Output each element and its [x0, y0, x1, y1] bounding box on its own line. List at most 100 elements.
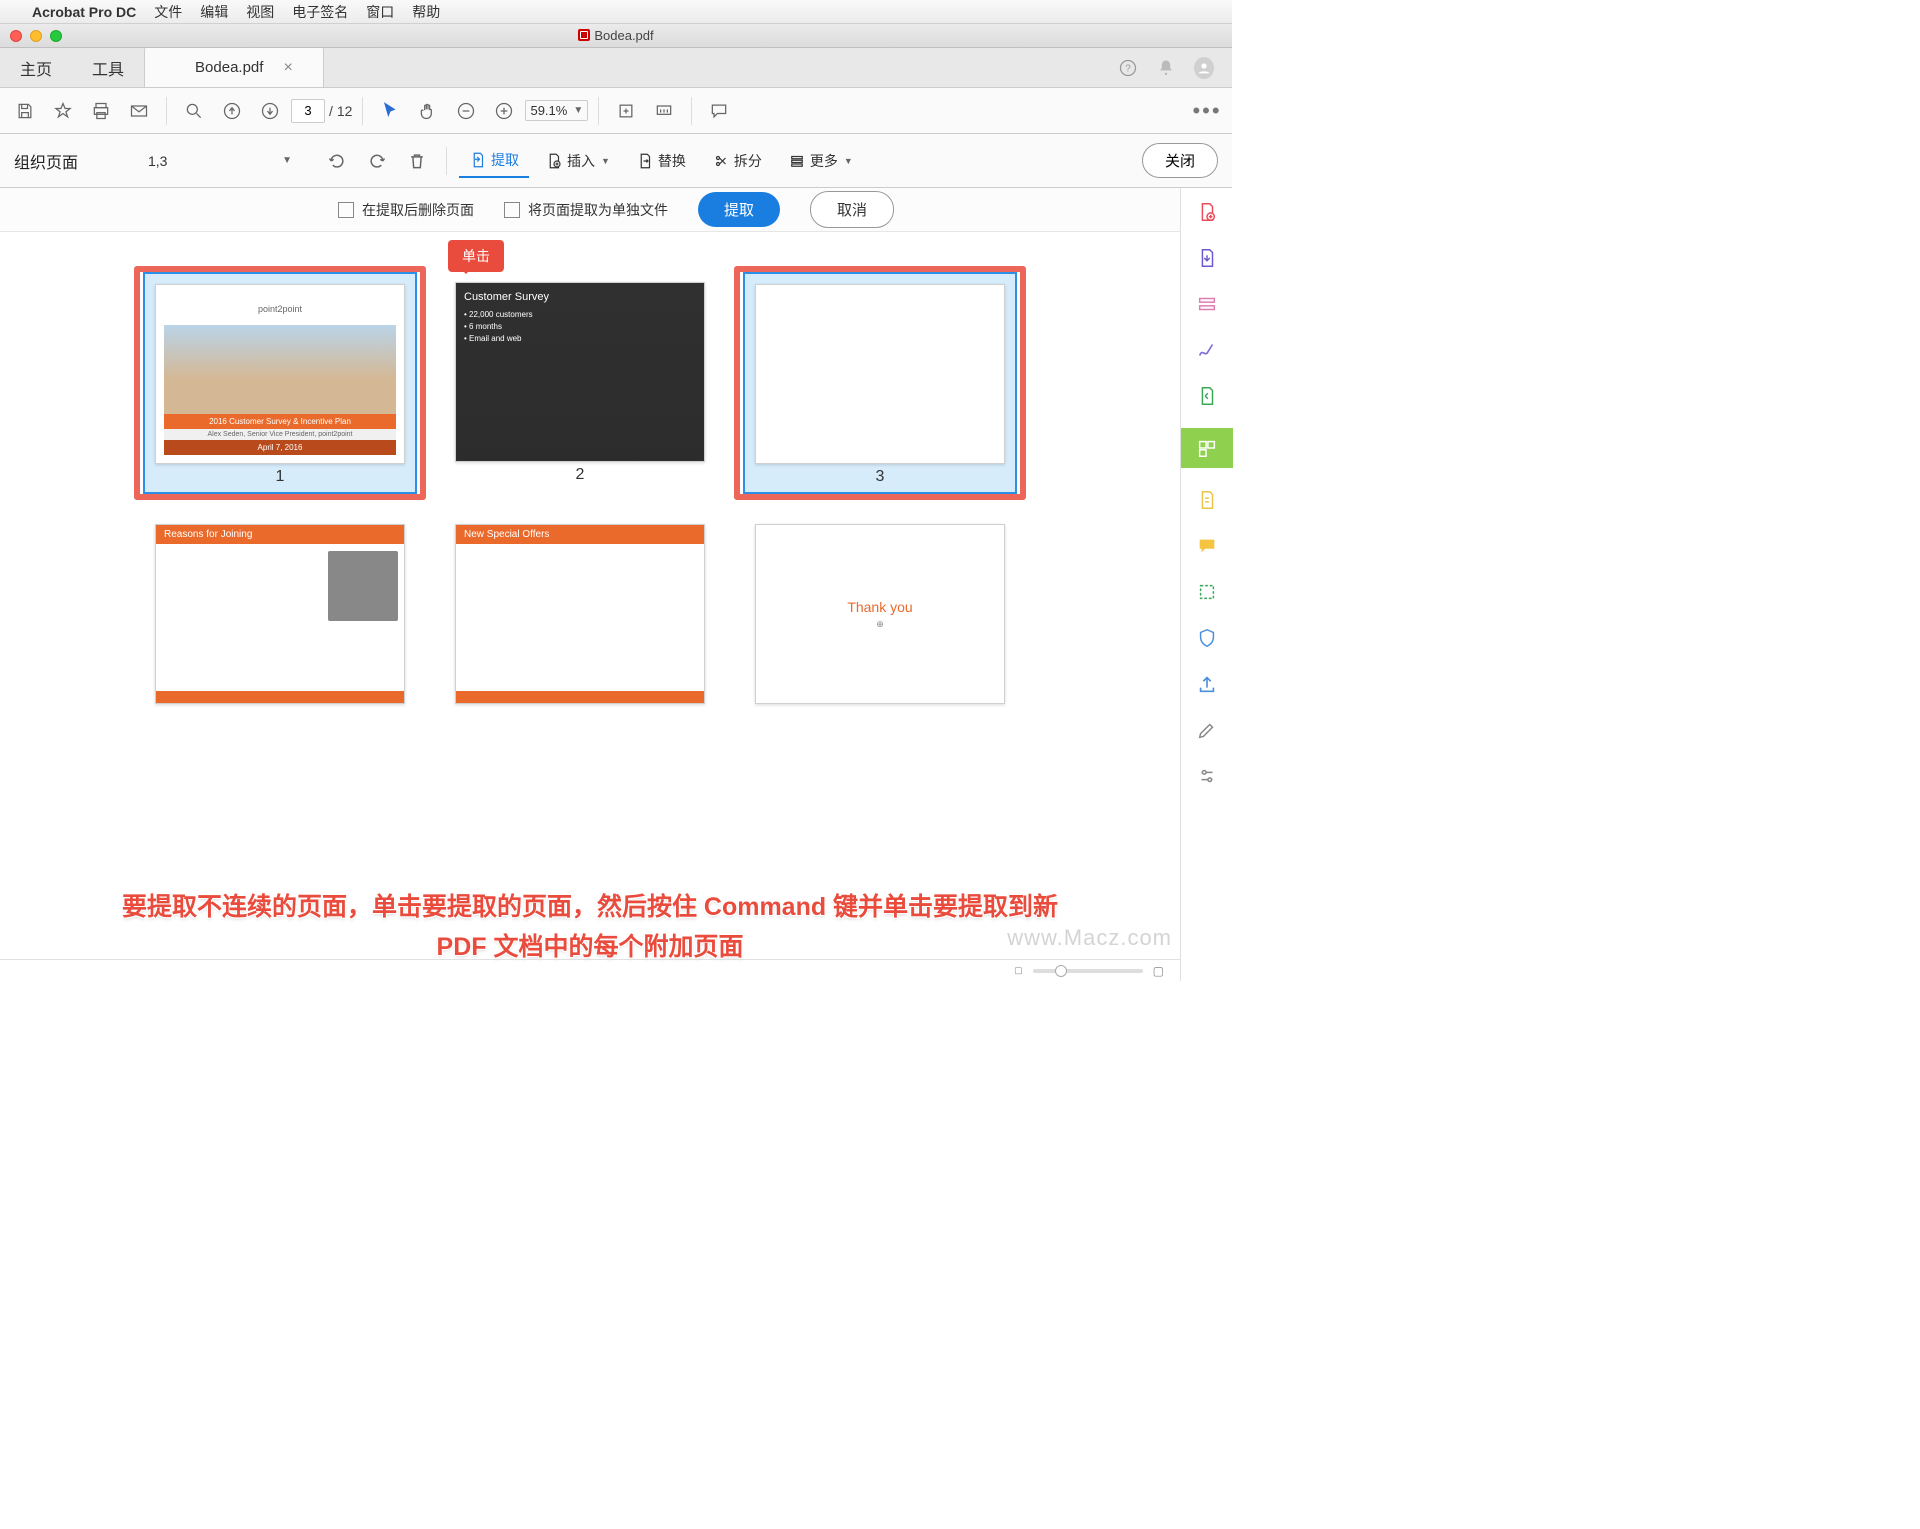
page-thumb-3[interactable]: Survey Demographics Highlights 55% Gener…	[740, 272, 1020, 494]
help-icon[interactable]: ?	[1118, 58, 1138, 78]
extract-action[interactable]: 提取	[459, 144, 529, 178]
insert-action[interactable]: 插入 ▼	[535, 145, 620, 177]
tab-active-document[interactable]: Bodea.pdf ×	[144, 48, 324, 87]
prev-page-icon[interactable]	[215, 94, 249, 128]
zoom-select[interactable]: 59.1% ▼	[525, 100, 588, 121]
zoom-out-icon[interactable]	[449, 94, 483, 128]
replace-action[interactable]: 替换	[626, 145, 696, 177]
zoom-slider[interactable]	[1033, 969, 1143, 973]
chevron-down-icon: ▼	[282, 155, 292, 166]
slide-title: Thank you	[847, 599, 912, 615]
document-tabs: 主页 工具 Bodea.pdf × ?	[0, 48, 1232, 88]
combine-icon[interactable]	[1193, 382, 1221, 410]
split-action[interactable]: 拆分	[702, 145, 772, 177]
menu-sign[interactable]: 电子签名	[292, 2, 348, 22]
page-thumb-1[interactable]: point2point 2016 Customer Survey & Incen…	[140, 272, 420, 494]
scan-icon[interactable]	[1193, 578, 1221, 606]
avatar-icon[interactable]	[1194, 58, 1214, 78]
page-number: 3	[755, 468, 1005, 486]
close-button[interactable]: 关闭	[1142, 143, 1218, 178]
organize-icon[interactable]	[1181, 428, 1233, 468]
chevron-down-icon: ▼	[573, 105, 583, 116]
organize-title: 组织页面	[14, 149, 134, 173]
bell-icon[interactable]	[1156, 58, 1176, 78]
read-mode-icon[interactable]	[647, 94, 681, 128]
settings-icon[interactable]	[1193, 762, 1221, 790]
slide-bullet: Rent any car for 10 or more full days, a…	[464, 573, 696, 596]
slide-bullet: 6 months	[464, 321, 696, 333]
slide-date: April 7, 2016	[164, 440, 396, 455]
search-icon[interactable]	[177, 94, 211, 128]
page-grid: point2point 2016 Customer Survey & Incen…	[0, 232, 1180, 730]
print-icon[interactable]	[84, 94, 118, 128]
menu-view[interactable]: 视图	[246, 2, 274, 22]
menu-help[interactable]: 帮助	[412, 2, 440, 22]
slide-bullet: Get a free tank of gas for 500 point2poi…	[464, 561, 696, 572]
save-icon[interactable]	[8, 94, 42, 128]
menu-edit[interactable]: 编辑	[200, 2, 228, 22]
protect-icon[interactable]	[1193, 624, 1221, 652]
delete-icon[interactable]	[400, 144, 434, 178]
slide-bullet: 22,000 customers	[464, 309, 696, 321]
zoom-bottom-bar: ▢ ▢	[0, 959, 1180, 981]
slide-bullet: Try a hybrid or electric car and get a 3…	[464, 595, 696, 606]
instruction-overlay: 要提取不连续的页面，单击要提取的页面，然后按住 Command 键并单击要提取到…	[0, 887, 1180, 967]
fit-page-icon[interactable]	[609, 94, 643, 128]
edit-pdf-icon[interactable]	[1193, 290, 1221, 318]
menu-window[interactable]: 窗口	[366, 2, 394, 22]
rotate-ccw-icon[interactable]	[320, 144, 354, 178]
checkbox-delete-after[interactable]: 在提取后删除页面	[338, 200, 474, 220]
zoom-out-small-icon[interactable]: ▢	[1014, 965, 1023, 976]
slide-bullet: 69% From East and West regions	[764, 347, 996, 359]
chevron-down-icon: ▼	[601, 156, 610, 166]
more-action[interactable]: 更多 ▼	[778, 145, 863, 177]
checkbox-icon	[504, 202, 520, 218]
click-callout: 单击	[448, 240, 504, 272]
share-icon[interactable]	[1193, 670, 1221, 698]
more-icon[interactable]: •••	[1190, 94, 1224, 128]
extract-options-bar: 在提取后删除页面 将页面提取为单独文件 提取 取消	[0, 188, 1232, 232]
slide-sub: Alex Seden, Senior Vice President, point…	[164, 429, 396, 440]
page-thumb-5[interactable]: New Special Offers Rent four or more day…	[440, 514, 720, 710]
rotate-cw-icon[interactable]	[360, 144, 394, 178]
page-range-select[interactable]: 1,3 ▼	[140, 147, 300, 175]
page-thumb-2[interactable]: Customer Survey 22,000 customers 6 month…	[440, 272, 720, 494]
zoom-in-icon[interactable]	[487, 94, 521, 128]
cancel-button[interactable]: 取消	[810, 191, 894, 228]
page-thumb-6[interactable]: Thank you ⊕	[740, 514, 1020, 710]
tab-tools[interactable]: 工具	[72, 48, 144, 87]
hand-icon[interactable]	[411, 94, 445, 128]
watermark: www.Macz.com	[1007, 925, 1172, 951]
header-right-icons: ?	[1118, 48, 1232, 87]
tab-close-icon[interactable]: ×	[283, 59, 292, 77]
export-pdf-icon[interactable]	[1193, 244, 1221, 272]
mac-menubar: Acrobat Pro DC 文件 编辑 视图 电子签名 窗口 帮助	[0, 0, 1232, 24]
edit-tool-icon[interactable]	[1193, 716, 1221, 744]
sign-icon[interactable]	[1193, 336, 1221, 364]
checkbox-icon	[338, 202, 354, 218]
zoom-in-small-icon[interactable]: ▢	[1153, 964, 1164, 978]
page-thumbnails-area: 单击 point2point 2016 Customer Survey & In…	[0, 232, 1180, 981]
slide-title: Customer Survey	[464, 291, 696, 303]
page-thumb-4[interactable]: Reasons for Joining Concerns about the e…	[140, 514, 420, 710]
app-name[interactable]: Acrobat Pro DC	[32, 4, 136, 20]
page-input[interactable]	[291, 99, 325, 123]
tab-home[interactable]: 主页	[0, 48, 72, 87]
mail-icon[interactable]	[122, 94, 156, 128]
star-icon[interactable]	[46, 94, 80, 128]
page-number: 1	[155, 468, 405, 486]
tools-rail	[1180, 188, 1232, 981]
create-pdf-icon[interactable]	[1193, 198, 1221, 226]
zoom-value: 59.1%	[530, 103, 567, 118]
comment-tool-icon[interactable]	[1193, 532, 1221, 560]
slide-title: 2016 Customer Survey & Incentive Plan	[164, 414, 396, 429]
pointer-icon[interactable]	[373, 94, 407, 128]
compress-icon[interactable]	[1193, 486, 1221, 514]
extract-button[interactable]: 提取	[698, 192, 780, 227]
checkbox-separate-files[interactable]: 将页面提取为单独文件	[504, 200, 668, 220]
next-page-icon[interactable]	[253, 94, 287, 128]
menu-file[interactable]: 文件	[154, 2, 182, 22]
slide-title: New Special Offers	[456, 525, 704, 544]
comment-icon[interactable]	[702, 94, 736, 128]
window-title: Bodea.pdf	[0, 28, 1232, 43]
